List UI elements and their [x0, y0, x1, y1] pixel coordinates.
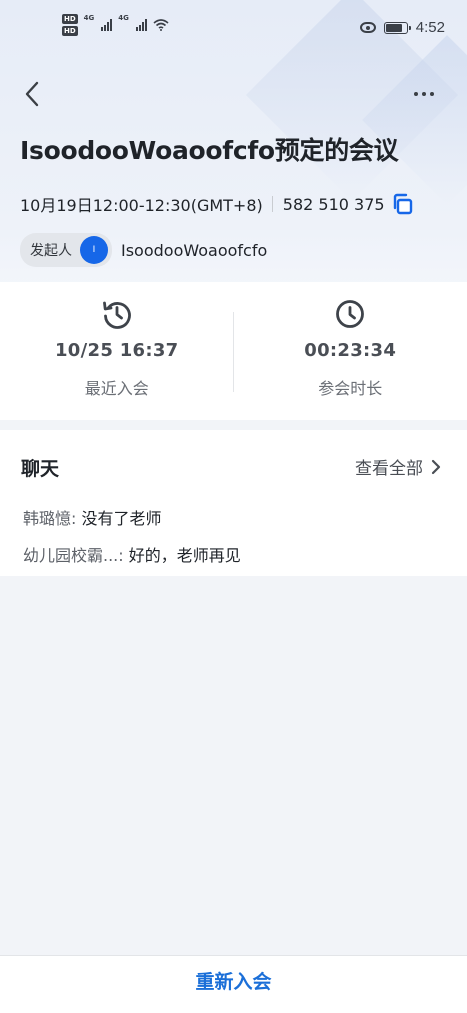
hd-badge: HD: [62, 14, 78, 24]
signal-icon: [101, 19, 113, 31]
system-indicators: 4:52: [359, 19, 445, 36]
clock-icon: [336, 300, 365, 328]
hd-badge: HD: [62, 26, 78, 36]
network-indicators: HD HD 4G 4G: [62, 14, 169, 36]
chat-sender: 韩璐憶:: [23, 509, 77, 528]
wifi-icon: [153, 19, 169, 31]
stat-last-joined: 10/25 16:37 最近入会: [0, 282, 234, 416]
more-options-button[interactable]: [409, 84, 439, 104]
avatar[interactable]: I: [80, 236, 108, 264]
copy-icon[interactable]: [391, 193, 413, 215]
rejoin-button[interactable]: 重新入会: [195, 967, 271, 994]
signal-icon: [135, 19, 147, 31]
view-all-label: 查看全部: [355, 459, 423, 479]
chevron-right-icon: [431, 459, 441, 474]
status-bar: HD HD 4G 4G 4:52: [0, 0, 467, 56]
page-title: IsoodooWoaoofcfo预定的会议: [20, 136, 399, 165]
meeting-id: 582 510 375: [282, 194, 385, 214]
network-type-label: 4G: [118, 14, 129, 22]
bottom-bar: 重新入会: [0, 955, 467, 1013]
stat-label: 最近入会: [84, 379, 149, 398]
host-badge: 发起人 I: [20, 233, 112, 267]
battery-icon: [383, 21, 411, 34]
meeting-meta: 10月19日12:00-12:30(GMT+8) 582 510 375: [20, 192, 413, 216]
chat-message: 韩璐憶: 没有了老师: [23, 505, 162, 529]
view-all-button[interactable]: 查看全部: [355, 454, 441, 479]
divider: [233, 312, 234, 392]
chat-message: 幼儿园校霸...: 好的，老师再见: [23, 542, 241, 566]
stat-label: 参会时长: [318, 379, 383, 398]
history-clock-icon: [102, 301, 131, 329]
chat-sender: 幼儿园校霸...:: [23, 546, 124, 565]
stat-value: 00:23:34: [304, 340, 397, 361]
more-horizontal-icon: [414, 92, 418, 96]
eye-comfort-icon: [359, 22, 376, 33]
host-row: 发起人 I IsoodooWoaoofcfo: [20, 233, 267, 267]
meeting-stats: 10/25 16:37 最近入会 00:23:34 参会时长: [0, 282, 467, 416]
chat-text: 好的，老师再见: [123, 546, 241, 565]
stat-value: 10/25 16:37: [54, 340, 179, 361]
chat-text: 没有了老师: [76, 509, 162, 528]
meeting-time: 10月19日12:00-12:30(GMT+8): [20, 196, 263, 215]
status-time: 4:52: [415, 19, 445, 36]
chat-title: 聊天: [21, 458, 60, 480]
host-label: 发起人: [30, 243, 72, 259]
network-type-label: 4G: [83, 14, 95, 22]
divider: [271, 196, 273, 212]
stat-duration: 00:23:34 参会时长: [234, 282, 467, 416]
chevron-left-icon: [25, 81, 39, 107]
hd-badges: HD HD: [62, 14, 78, 36]
back-button[interactable]: [18, 78, 46, 110]
host-name: IsoodooWoaoofcfo: [121, 240, 268, 260]
